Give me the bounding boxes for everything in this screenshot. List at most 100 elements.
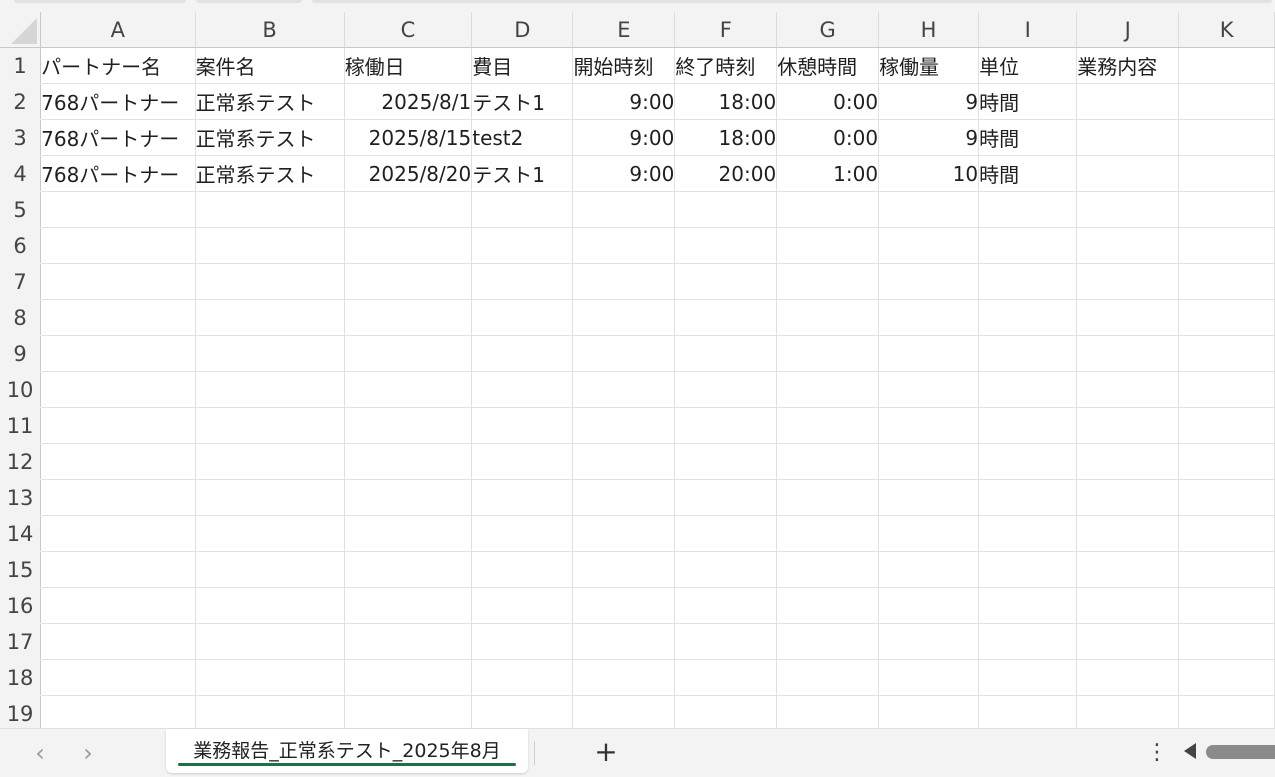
cell-g6[interactable] xyxy=(776,227,880,264)
cell-j19[interactable] xyxy=(1076,695,1180,728)
cell-e13[interactable] xyxy=(572,479,676,516)
cell-h4[interactable]: 10 xyxy=(878,155,980,192)
cell-f19[interactable] xyxy=(674,695,778,728)
cell-f5[interactable] xyxy=(674,191,778,228)
row-header[interactable]: 19 xyxy=(0,695,42,728)
cell-f12[interactable] xyxy=(674,443,778,480)
cell-d1[interactable]: 費目 xyxy=(471,47,574,84)
cell-c8[interactable] xyxy=(344,299,473,336)
column-header-j[interactable]: J xyxy=(1076,12,1180,48)
cell-h16[interactable] xyxy=(878,587,980,624)
cell-a2[interactable]: 768パートナー xyxy=(40,83,196,120)
cell-d11[interactable] xyxy=(471,407,574,444)
cell-j7[interactable] xyxy=(1076,263,1180,300)
cell-h8[interactable] xyxy=(878,299,980,336)
cell-a5[interactable] xyxy=(40,191,196,228)
cell-e2[interactable]: 9:00 xyxy=(572,83,676,120)
cell-b11[interactable] xyxy=(195,407,345,444)
cell-c9[interactable] xyxy=(344,335,473,372)
cell-d9[interactable] xyxy=(471,335,574,372)
cell-b17[interactable] xyxy=(195,623,345,660)
cell-h7[interactable] xyxy=(878,263,980,300)
cell-a10[interactable] xyxy=(40,371,196,408)
cell-e5[interactable] xyxy=(572,191,676,228)
cell-g16[interactable] xyxy=(776,587,880,624)
cell-k10[interactable] xyxy=(1178,371,1275,408)
cell-a1[interactable]: パートナー名 xyxy=(40,47,196,84)
cell-c7[interactable] xyxy=(344,263,473,300)
cell-i17[interactable] xyxy=(978,623,1078,660)
cell-k8[interactable] xyxy=(1178,299,1275,336)
cell-e11[interactable] xyxy=(572,407,676,444)
cell-h11[interactable] xyxy=(878,407,980,444)
cell-h19[interactable] xyxy=(878,695,980,728)
cell-b3[interactable]: 正常系テスト xyxy=(195,119,345,156)
cell-c2[interactable]: 2025/8/1 xyxy=(344,83,473,120)
cell-h2[interactable]: 9 xyxy=(878,83,980,120)
cell-f14[interactable] xyxy=(674,515,778,552)
cell-c17[interactable] xyxy=(344,623,473,660)
cell-b9[interactable] xyxy=(195,335,345,372)
row-header[interactable]: 17 xyxy=(0,623,42,660)
cell-i1[interactable]: 単位 xyxy=(978,47,1078,84)
row-header[interactable]: 3 xyxy=(0,119,42,156)
cell-k19[interactable] xyxy=(1178,695,1275,728)
row-header[interactable]: 6 xyxy=(0,227,42,264)
cell-g15[interactable] xyxy=(776,551,880,588)
cell-d8[interactable] xyxy=(471,299,574,336)
cell-i10[interactable] xyxy=(978,371,1078,408)
row-header[interactable]: 5 xyxy=(0,191,42,228)
cell-c15[interactable] xyxy=(344,551,473,588)
cell-a11[interactable] xyxy=(40,407,196,444)
cell-a8[interactable] xyxy=(40,299,196,336)
cell-g14[interactable] xyxy=(776,515,880,552)
cell-c1[interactable]: 稼働日 xyxy=(344,47,473,84)
cell-c4[interactable]: 2025/8/20 xyxy=(344,155,473,192)
cell-j14[interactable] xyxy=(1076,515,1180,552)
cell-h18[interactable] xyxy=(878,659,980,696)
chevron-left-icon[interactable]: ‹ xyxy=(28,739,52,767)
cell-h1[interactable]: 稼働量 xyxy=(878,47,980,84)
cell-c18[interactable] xyxy=(344,659,473,696)
cell-f6[interactable] xyxy=(674,227,778,264)
cell-k4[interactable] xyxy=(1178,155,1275,192)
cell-k15[interactable] xyxy=(1178,551,1275,588)
cell-g1[interactable]: 休憩時間 xyxy=(776,47,880,84)
scroll-left-arrow-icon[interactable] xyxy=(1184,743,1196,759)
cell-b8[interactable] xyxy=(195,299,345,336)
cell-d2[interactable]: テスト1 xyxy=(471,83,574,120)
cell-j9[interactable] xyxy=(1076,335,1180,372)
cell-i4[interactable]: 時間 xyxy=(978,155,1078,192)
cell-j3[interactable] xyxy=(1076,119,1180,156)
cell-d10[interactable] xyxy=(471,371,574,408)
cell-b6[interactable] xyxy=(195,227,345,264)
cell-j16[interactable] xyxy=(1076,587,1180,624)
cell-i7[interactable] xyxy=(978,263,1078,300)
row-header[interactable]: 10 xyxy=(0,371,42,408)
cell-b18[interactable] xyxy=(195,659,345,696)
cell-i9[interactable] xyxy=(978,335,1078,372)
row-header[interactable]: 11 xyxy=(0,407,42,444)
cell-b16[interactable] xyxy=(195,587,345,624)
cell-f1[interactable]: 終了時刻 xyxy=(674,47,778,84)
column-header-a[interactable]: A xyxy=(40,12,196,48)
cell-j8[interactable] xyxy=(1076,299,1180,336)
cell-k1[interactable] xyxy=(1178,47,1275,84)
cell-h15[interactable] xyxy=(878,551,980,588)
row-header[interactable]: 16 xyxy=(0,587,42,624)
cell-c6[interactable] xyxy=(344,227,473,264)
cell-e6[interactable] xyxy=(572,227,676,264)
cell-e1[interactable]: 開始時刻 xyxy=(572,47,676,84)
cell-j12[interactable] xyxy=(1076,443,1180,480)
cell-g7[interactable] xyxy=(776,263,880,300)
cell-b5[interactable] xyxy=(195,191,345,228)
cell-a3[interactable]: 768パートナー xyxy=(40,119,196,156)
cell-d7[interactable] xyxy=(471,263,574,300)
cell-b10[interactable] xyxy=(195,371,345,408)
cell-d16[interactable] xyxy=(471,587,574,624)
cell-h12[interactable] xyxy=(878,443,980,480)
cell-g10[interactable] xyxy=(776,371,880,408)
cell-i8[interactable] xyxy=(978,299,1078,336)
cell-i2[interactable]: 時間 xyxy=(978,83,1078,120)
cell-g5[interactable] xyxy=(776,191,880,228)
